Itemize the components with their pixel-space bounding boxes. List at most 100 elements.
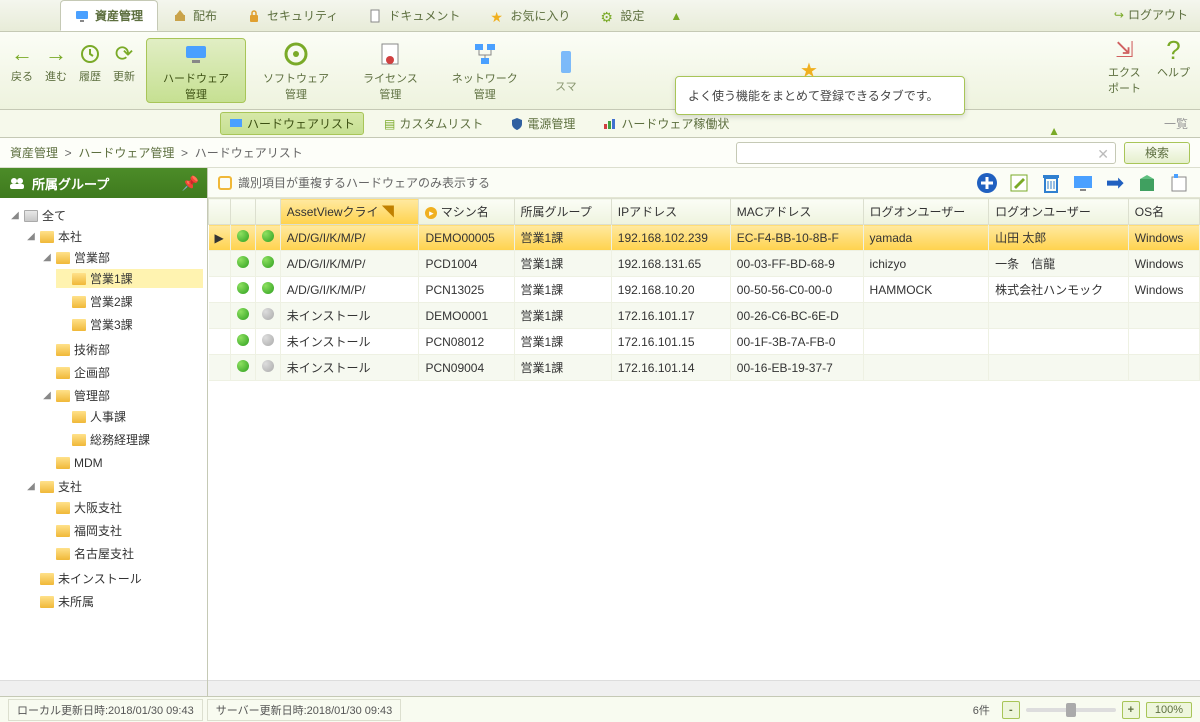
tab-asset-label: 資産管理: [95, 7, 143, 24]
tree-kikaku[interactable]: 企画部: [40, 363, 203, 382]
license-icon: [376, 40, 404, 68]
logout-button[interactable]: ↪ ログアウト: [1114, 6, 1188, 23]
tab-favorite-arrow[interactable]: ▲: [659, 2, 693, 30]
tree-eigyo2[interactable]: 営業2課: [56, 292, 203, 311]
tree-gijutsu[interactable]: 技術部: [40, 340, 203, 359]
zoom-in-button[interactable]: +: [1122, 701, 1140, 719]
pin-icon[interactable]: 📌: [182, 175, 199, 192]
col-ip[interactable]: IPアドレス: [611, 199, 730, 225]
zoom-thumb[interactable]: [1066, 703, 1076, 717]
export-action-button[interactable]: ➡: [1104, 172, 1126, 194]
crumb-asset[interactable]: 資産管理: [10, 146, 58, 160]
table-row[interactable]: 未インストールPCN08012営業1課172.16.101.1500-1F-3B…: [209, 329, 1200, 355]
tab-distribute[interactable]: 配布: [158, 0, 232, 31]
duplicate-filter-checkbox[interactable]: 識別項目が重複するハードウェアのみ表示する: [218, 174, 490, 191]
sub-custom[interactable]: ▤カスタムリスト: [376, 113, 491, 134]
tab-favorite[interactable]: ★ お気に入り: [475, 0, 585, 31]
tree-mishozoku[interactable]: 未所属: [24, 592, 203, 611]
col-machine[interactable]: ▸ マシン名: [419, 199, 514, 225]
ribbon-hardware[interactable]: ハードウェア 管理: [146, 38, 246, 103]
tab-security[interactable]: セキュリティ: [232, 0, 353, 31]
tree-shisha[interactable]: ◢支社: [24, 477, 203, 496]
crumb-hardware[interactable]: ハードウェア管理: [78, 146, 174, 160]
table-row[interactable]: 未インストールDEMO0001営業1課172.16.101.1700-26-C6…: [209, 303, 1200, 329]
help-icon: ?: [1162, 38, 1186, 62]
ribbon-smart[interactable]: スマ: [535, 38, 597, 103]
chart-icon: [603, 118, 617, 130]
tree-nagoya[interactable]: 名古屋支社: [40, 544, 203, 563]
tree-osaka[interactable]: 大阪支社: [40, 498, 203, 517]
cell-os: Windows: [1128, 225, 1199, 251]
sub-power[interactable]: 電源管理: [503, 113, 583, 134]
help-button[interactable]: ?ヘルプ: [1157, 38, 1190, 96]
zoom-out-button[interactable]: -: [1002, 701, 1020, 719]
cell-mac: 00-16-EB-19-37-7: [730, 355, 863, 381]
col-status1[interactable]: [230, 199, 255, 225]
delete-button[interactable]: [1040, 172, 1062, 194]
col-group[interactable]: 所属グループ: [514, 199, 611, 225]
folder-icon: [56, 252, 70, 264]
tree-miinst[interactable]: 未インストール: [24, 569, 203, 588]
search-button[interactable]: 検索: [1124, 142, 1190, 164]
col-marker[interactable]: [209, 199, 231, 225]
properties-button[interactable]: [1168, 172, 1190, 194]
history-button[interactable]: 履歴: [78, 42, 102, 84]
col-os[interactable]: OS名: [1128, 199, 1199, 225]
tree-fukuoka[interactable]: 福岡支社: [40, 521, 203, 540]
table-row[interactable]: ▶A/D/G/I/K/M/P/DEMO00005営業1課192.168.102.…: [209, 225, 1200, 251]
search-input[interactable]: ✕: [736, 142, 1116, 164]
tree-jinji[interactable]: 人事課: [56, 407, 203, 426]
cell-user1: ichizyo: [863, 251, 989, 277]
gear-icon: ⚙: [600, 9, 614, 23]
back-button[interactable]: ←戻る: [10, 42, 34, 84]
table-row[interactable]: A/D/G/I/K/M/P/PCN13025営業1課192.168.10.200…: [209, 277, 1200, 303]
sidebar-scrollbar[interactable]: [0, 680, 207, 696]
cell-ip: 192.168.102.239: [611, 225, 730, 251]
ribbon-license[interactable]: ライセンス 管理: [346, 38, 435, 103]
tab-asset[interactable]: 資産管理: [60, 0, 158, 31]
tree-soumu[interactable]: 総務経理課: [56, 430, 203, 449]
tab-settings[interactable]: ⚙ 設定: [585, 0, 659, 31]
folder-icon: [56, 344, 70, 356]
tree-eigyo3[interactable]: 営業3課: [56, 315, 203, 334]
ribbon-network[interactable]: ネットワーク 管理: [435, 38, 535, 103]
col-user2[interactable]: ログオンユーザー: [989, 199, 1129, 225]
edit-button[interactable]: [1008, 172, 1030, 194]
col-user1[interactable]: ログオンユーザー: [863, 199, 989, 225]
tree-eigyo1[interactable]: 営業1課: [56, 269, 203, 288]
sub-oprate[interactable]: ハードウェア稼働状: [595, 113, 737, 134]
col-client[interactable]: AssetViewクライ ◥: [280, 199, 419, 225]
package-button[interactable]: [1136, 172, 1158, 194]
content-scrollbar[interactable]: [208, 680, 1200, 696]
status-dot-icon: [262, 230, 274, 242]
zoom-slider[interactable]: [1026, 708, 1116, 712]
table-wrapper[interactable]: AssetViewクライ ◥ ▸ マシン名 所属グループ IPアドレス MACア…: [208, 198, 1200, 680]
sub-trailing-label: 一覧: [1164, 115, 1200, 132]
tree-kanri[interactable]: ◢管理部: [40, 386, 203, 405]
cell-ip: 192.168.131.65: [611, 251, 730, 277]
tree-all[interactable]: ◢全て: [8, 206, 203, 225]
shield-icon: [511, 117, 523, 131]
add-button[interactable]: [976, 172, 998, 194]
tree-honsha[interactable]: ◢本社: [24, 227, 203, 246]
zoom-percent[interactable]: 100%: [1146, 702, 1192, 718]
cell-os: [1128, 303, 1199, 329]
monitor-action-button[interactable]: [1072, 172, 1094, 194]
export-button[interactable]: ⇲エクス ポート: [1108, 38, 1141, 96]
sub-toolbar: ハードウェアリスト ▤カスタムリスト 電源管理 ハードウェア稼働状 一覧: [0, 110, 1200, 138]
cell-status1: [230, 303, 255, 329]
sub-hwlist[interactable]: ハードウェアリスト: [220, 112, 364, 135]
col-mac[interactable]: MACアドレス: [730, 199, 863, 225]
tree-eigyobu[interactable]: ◢営業部: [40, 248, 203, 267]
clear-icon[interactable]: ✕: [1097, 146, 1109, 163]
hardware-table: AssetViewクライ ◥ ▸ マシン名 所属グループ IPアドレス MACア…: [208, 198, 1200, 381]
ribbon-software[interactable]: ソフトウェア 管理: [246, 38, 346, 103]
folder-icon: [40, 596, 54, 608]
refresh-button[interactable]: ⟳更新: [112, 42, 136, 84]
tab-document[interactable]: ドキュメント: [353, 0, 475, 31]
forward-button[interactable]: →進む: [44, 42, 68, 84]
tree-mdm[interactable]: MDM: [40, 455, 203, 471]
col-status2[interactable]: [255, 199, 280, 225]
table-row[interactable]: A/D/G/I/K/M/P/PCD1004営業1課192.168.131.650…: [209, 251, 1200, 277]
table-row[interactable]: 未インストールPCN09004営業1課172.16.101.1400-16-EB…: [209, 355, 1200, 381]
